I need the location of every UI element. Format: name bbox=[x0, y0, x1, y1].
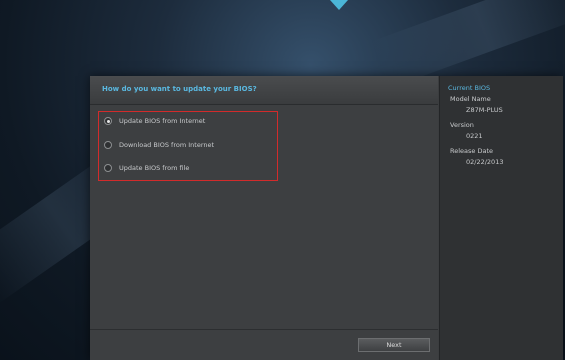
release-date-value: 02/22/2013 bbox=[466, 158, 504, 166]
release-date-label: Release Date bbox=[450, 147, 493, 155]
current-bios-panel: Current BIOS Model Name Z87M-PLUS Versio… bbox=[439, 76, 563, 360]
version-value: 0221 bbox=[466, 132, 483, 140]
next-button[interactable]: Next bbox=[358, 338, 430, 352]
option-download-from-internet[interactable]: Download BIOS from Internet bbox=[104, 138, 214, 152]
model-name-value: Z87M-PLUS bbox=[466, 106, 503, 114]
dialog-header: How do you want to update your BIOS? bbox=[90, 76, 438, 105]
bios-update-dialog: How do you want to update your BIOS? Upd… bbox=[90, 76, 563, 360]
version-label: Version bbox=[450, 121, 474, 129]
model-name-label: Model Name bbox=[450, 95, 491, 103]
radio-unselected-icon[interactable] bbox=[104, 164, 112, 172]
option-update-from-file[interactable]: Update BIOS from file bbox=[104, 161, 189, 175]
option-label: Update BIOS from file bbox=[119, 164, 190, 172]
question-title: How do you want to update your BIOS? bbox=[102, 85, 257, 93]
option-label: Update BIOS from Internet bbox=[119, 117, 206, 125]
option-update-from-internet[interactable]: Update BIOS from Internet bbox=[104, 114, 205, 128]
footer-divider bbox=[90, 329, 438, 330]
top-glow-indicator bbox=[330, 0, 348, 10]
current-bios-title: Current BIOS bbox=[448, 84, 491, 92]
radio-selected-icon[interactable] bbox=[104, 117, 112, 125]
radio-unselected-icon[interactable] bbox=[104, 141, 112, 149]
option-label: Download BIOS from Internet bbox=[119, 141, 215, 149]
update-options-panel: How do you want to update your BIOS? Upd… bbox=[90, 76, 438, 360]
